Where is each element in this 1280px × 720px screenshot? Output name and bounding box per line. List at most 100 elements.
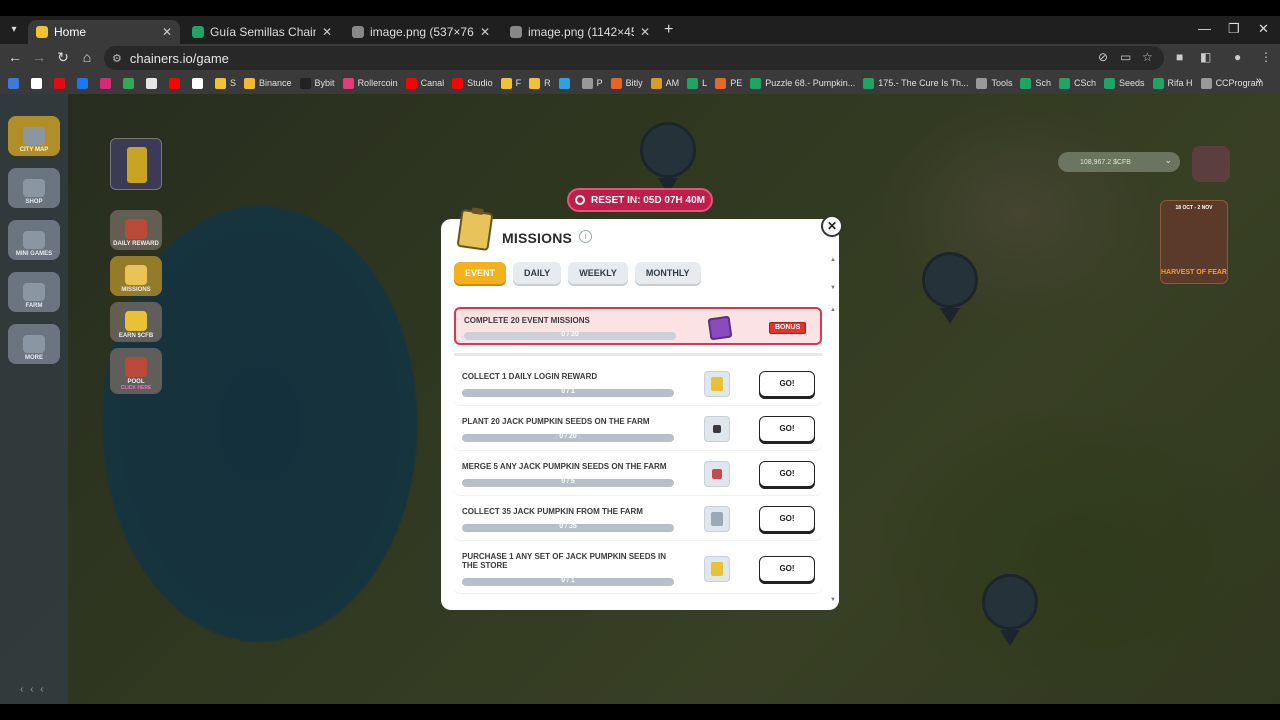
- bookmark-item[interactable]: Seeds: [1104, 77, 1145, 89]
- coins-icon: [125, 311, 147, 331]
- balance-selector[interactable]: 108,967.2 $CFB ⌄: [1058, 152, 1180, 172]
- tab-event[interactable]: EVENT: [454, 262, 507, 284]
- bookmark-item[interactable]: Rifa H: [1152, 77, 1193, 89]
- bookmark-item[interactable]: [100, 77, 115, 89]
- tab-image-2[interactable]: image.png (1142×459) ✕: [502, 20, 658, 44]
- profile-avatar[interactable]: [1192, 146, 1230, 182]
- puzzle-icon[interactable]: ◧: [1200, 50, 1211, 64]
- nav-mini-games[interactable]: MINI GAMES: [8, 220, 60, 260]
- bookmark-label: AM: [665, 78, 680, 88]
- bookmark-item[interactable]: Bybit: [299, 77, 335, 89]
- bookmark-item[interactable]: CSch: [1059, 77, 1096, 89]
- site-info-icon[interactable]: ⚙: [112, 52, 122, 65]
- bookmark-item[interactable]: P: [581, 77, 603, 89]
- bookmark-item[interactable]: Studio: [452, 77, 493, 89]
- merge-icon: [704, 461, 730, 487]
- pool-button[interactable]: POOL CLICK HERE: [110, 348, 162, 394]
- close-tab-icon[interactable]: ✕: [640, 25, 650, 39]
- list-scroll-up-icon[interactable]: ▲: [830, 307, 836, 313]
- bookmark-item[interactable]: Rollercoin: [342, 77, 398, 89]
- kebab-menu-icon[interactable]: ⋮: [1260, 50, 1272, 64]
- balance-value: 108,967.2 $CFB: [1080, 158, 1131, 166]
- close-tab-icon[interactable]: ✕: [162, 25, 172, 39]
- bookmark-item[interactable]: [169, 77, 184, 89]
- chainers-favicon-icon: [36, 26, 48, 38]
- collapse-arrows-icon[interactable]: ‹ ‹ ‹: [20, 684, 46, 695]
- earn-cfb-button[interactable]: EARN $CFB: [110, 302, 162, 342]
- bookmark-item[interactable]: Canal: [405, 77, 444, 89]
- minimize-icon[interactable]: —: [1198, 21, 1211, 36]
- bookmark-item[interactable]: R: [529, 77, 551, 89]
- bookmark-favicon-icon: [54, 77, 65, 89]
- info-icon[interactable]: i: [579, 230, 592, 243]
- bookmark-item[interactable]: CCProgram: [1200, 77, 1263, 89]
- bookmark-item[interactable]: 175.- The Cure Is Th...: [863, 77, 968, 89]
- close-window-icon[interactable]: ✕: [1258, 21, 1269, 37]
- close-tab-icon[interactable]: ✕: [322, 25, 332, 39]
- bookmark-star-icon[interactable]: ☆: [1142, 50, 1153, 64]
- more-bookmarks-icon[interactable]: »: [1256, 75, 1262, 87]
- nav-farm[interactable]: FARM: [8, 272, 60, 312]
- cast-icon[interactable]: ▭: [1120, 50, 1131, 64]
- bookmark-item[interactable]: Binance: [244, 77, 292, 89]
- go-button[interactable]: GO!: [759, 556, 815, 582]
- forward-icon[interactable]: →: [30, 49, 48, 65]
- event-banner[interactable]: 18 OCT - 2 NOV HARVEST OF FEAR: [1160, 200, 1228, 284]
- tab-monthly[interactable]: MONTHLY: [634, 262, 701, 284]
- player-avatar[interactable]: [110, 138, 162, 190]
- eye-off-icon[interactable]: ⊘: [1098, 50, 1108, 64]
- bookmark-item[interactable]: PE: [715, 77, 742, 89]
- profile-avatar-icon[interactable]: ●: [1234, 50, 1241, 64]
- tab-image-1[interactable]: image.png (537×762) ✕: [344, 20, 498, 44]
- bookmark-favicon-icon: [715, 77, 727, 89]
- daily-reward-button[interactable]: DAILY REWARD: [110, 210, 162, 250]
- list-scroll-down-icon[interactable]: ▼: [830, 597, 836, 603]
- nav-city-map[interactable]: CITY MAP: [8, 116, 60, 156]
- close-modal-button[interactable]: ✕: [821, 215, 843, 237]
- bookmark-item[interactable]: [77, 77, 92, 89]
- bookmark-item[interactable]: [123, 77, 138, 89]
- maximize-icon[interactable]: ❐: [1228, 21, 1240, 37]
- tab-weekly[interactable]: WEEKLY: [568, 262, 628, 284]
- bookmark-item[interactable]: [31, 77, 46, 89]
- bookmark-favicon-icon: [1200, 77, 1212, 89]
- tab-daily[interactable]: DAILY: [513, 262, 562, 284]
- bookmark-item[interactable]: [558, 77, 574, 89]
- bookmark-item[interactable]: AM: [650, 77, 680, 89]
- bookmark-item[interactable]: S: [215, 77, 236, 89]
- bookmark-item[interactable]: F: [500, 77, 521, 89]
- nav-more[interactable]: MORE: [8, 324, 60, 364]
- tab-guia-semillas[interactable]: Guía Semillas Chainers by Piero ✕: [184, 20, 340, 44]
- go-button[interactable]: GO!: [759, 371, 815, 397]
- tab-search-icon[interactable]: ▾: [5, 21, 23, 39]
- bookmark-item[interactable]: L: [687, 77, 707, 89]
- globe-favicon-icon: [352, 26, 364, 38]
- bookmark-item[interactable]: Puzzle 68.- Pumpkin...: [750, 77, 855, 89]
- address-bar[interactable]: ⚙ chainers.io/game: [104, 46, 1164, 70]
- mission-row: COLLECT 35 JACK PUMPKIN FROM THE FARM 0 …: [454, 500, 822, 540]
- close-tab-icon[interactable]: ✕: [480, 25, 490, 39]
- tab-home[interactable]: Home ✕: [28, 20, 180, 44]
- nav-shop[interactable]: SHOP: [8, 168, 60, 208]
- bookmark-item[interactable]: [8, 77, 23, 89]
- go-button[interactable]: GO!: [759, 416, 815, 442]
- reload-icon[interactable]: ↻: [54, 49, 72, 66]
- bookmark-item[interactable]: Tools: [976, 77, 1012, 89]
- scroll-up-icon[interactable]: ▲: [830, 257, 836, 263]
- progress-text: 0 / 5: [561, 478, 575, 485]
- extension-icon[interactable]: ■: [1176, 50, 1183, 64]
- bookmark-item[interactable]: Sch: [1020, 77, 1051, 89]
- new-tab-button[interactable]: +: [664, 21, 673, 39]
- missions-button[interactable]: MISSIONS: [110, 256, 162, 296]
- left-nav-rail: CITY MAP SHOP MINI GAMES FARM MORE: [0, 94, 68, 704]
- bookmark-item[interactable]: [192, 77, 207, 89]
- go-button[interactable]: GO!: [759, 461, 815, 487]
- bookmark-item[interactable]: [54, 77, 69, 89]
- bookmark-item[interactable]: Bitly: [610, 77, 643, 89]
- bookmark-item[interactable]: [146, 77, 161, 89]
- mission-title: COLLECT 35 JACK PUMPKIN FROM THE FARM: [462, 507, 643, 516]
- back-icon[interactable]: ←: [6, 49, 24, 65]
- go-button[interactable]: GO!: [759, 506, 815, 532]
- home-icon[interactable]: ⌂: [78, 49, 96, 65]
- scroll-down-icon[interactable]: ▼: [830, 285, 836, 291]
